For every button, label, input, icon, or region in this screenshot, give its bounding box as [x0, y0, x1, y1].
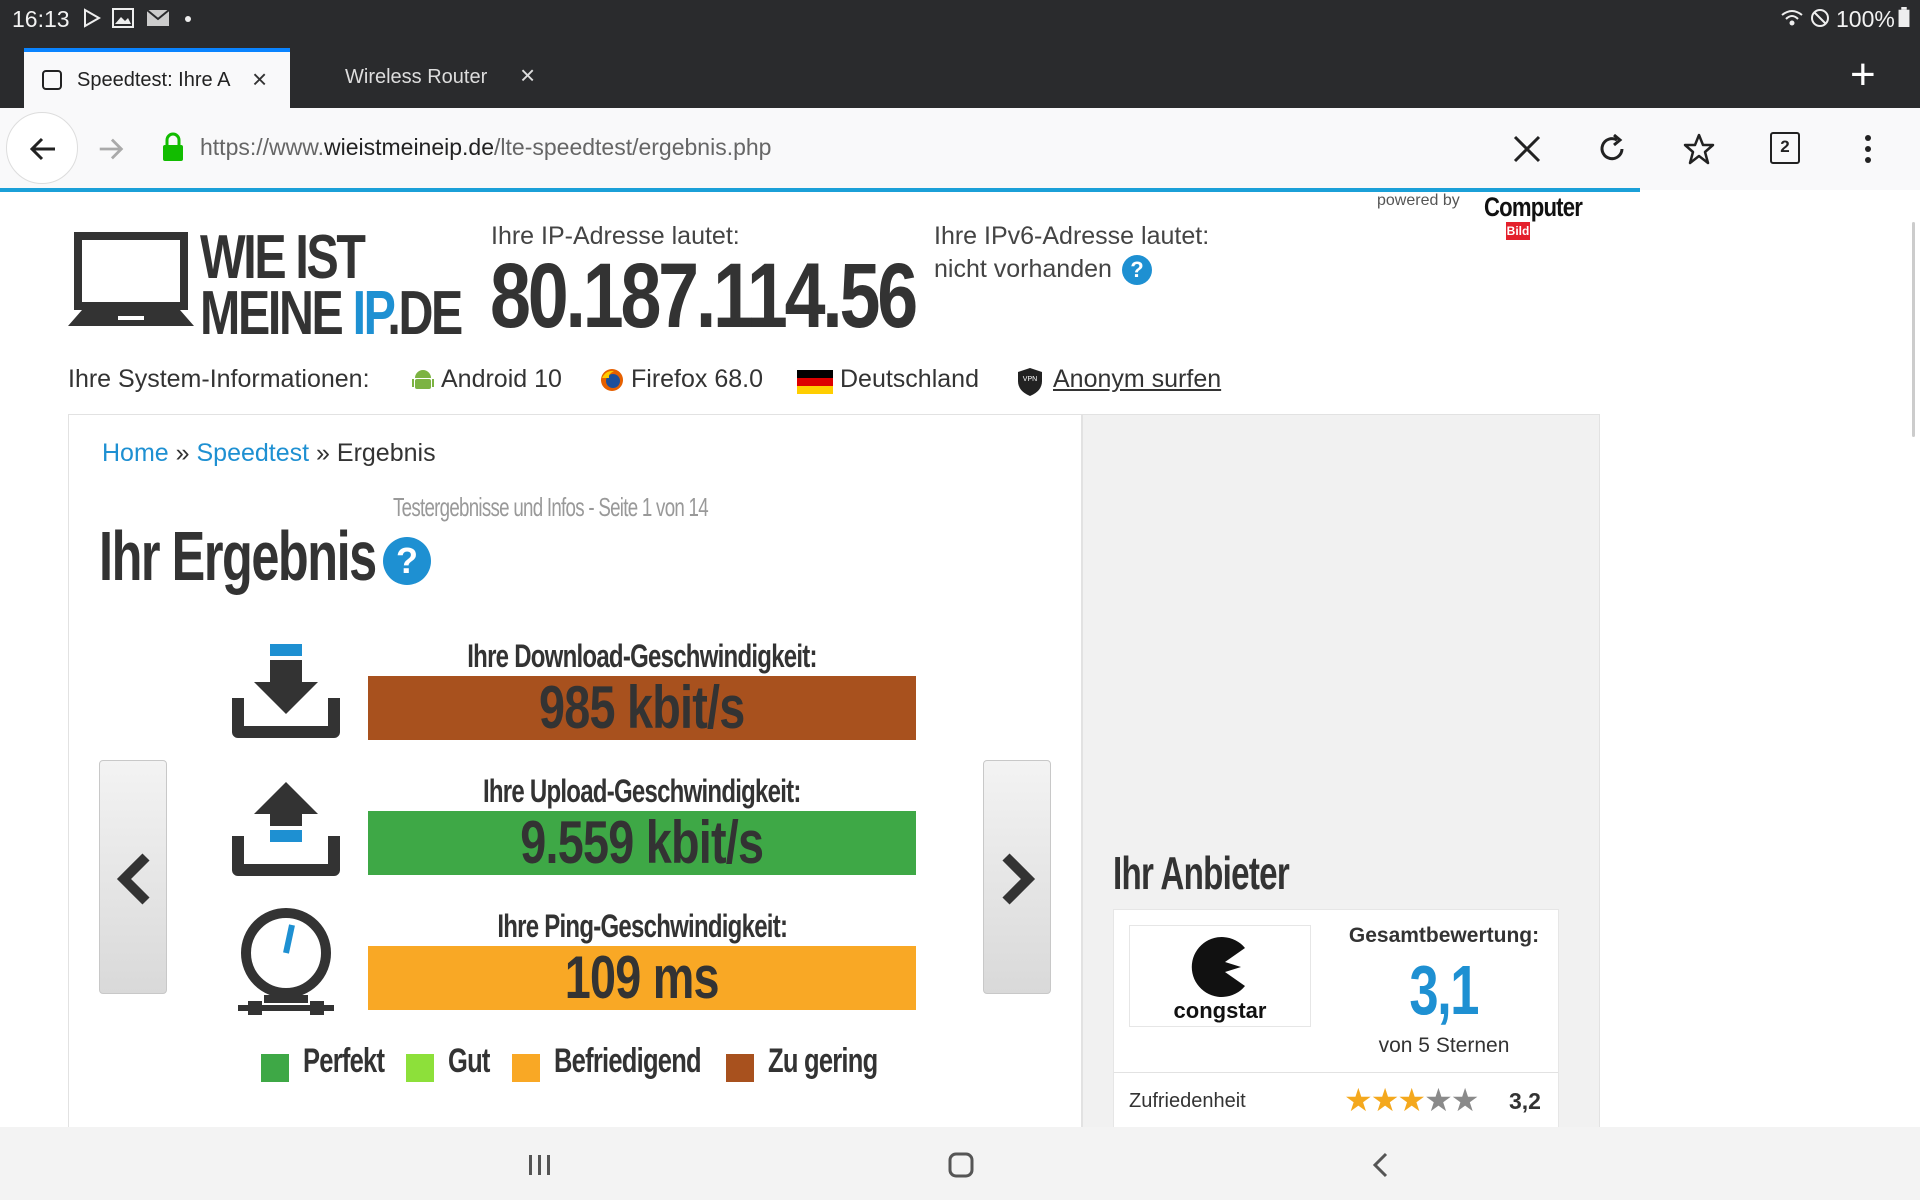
clock: 16:13: [12, 6, 70, 32]
star-empty-icon: ★: [1450, 1082, 1480, 1118]
stop-loading-icon[interactable]: [1512, 134, 1542, 164]
sysinfo-os: Android 10: [441, 365, 562, 393]
breadcrumb: Home » Speedtest » Ergebnis: [102, 439, 436, 467]
svg-text:VPN: VPN: [1023, 376, 1037, 383]
tab-close-icon[interactable]: ×: [520, 60, 535, 91]
download-icon: [232, 644, 340, 738]
url-text[interactable]: https://www.wieistmeineip.de/lte-speedte…: [200, 134, 771, 161]
star-filled-icon: ★: [1344, 1082, 1373, 1118]
divider: [1114, 1072, 1558, 1073]
ipv6-help-icon[interactable]: ?: [1122, 255, 1152, 285]
tab-counter-button[interactable]: 2: [1770, 132, 1800, 164]
legend-swatch-befriedigend: [512, 1054, 540, 1082]
gallery-icon: [112, 8, 134, 28]
breadcrumb-speedtest[interactable]: Speedtest: [197, 439, 310, 467]
notification-dot: [185, 16, 191, 22]
legend-gut: Gut: [448, 1042, 490, 1080]
android-icon: [412, 370, 434, 389]
ip-address: 80.187.114.56: [490, 245, 918, 347]
powered-by: powered by: [1377, 192, 1460, 209]
battery-level: 100%: [1836, 6, 1895, 32]
breadcrumb-current: Ergebnis: [336, 439, 436, 467]
upload-label: Ihre Upload-Geschwindigkeit:: [483, 773, 801, 809]
tab-title: Wireless Router: [345, 66, 488, 88]
tab-speedtest[interactable]: Speedtest: Ihre A ×: [24, 48, 290, 108]
play-store-icon: [84, 8, 102, 28]
scrollbar[interactable]: [1912, 222, 1915, 437]
home-icon[interactable]: [948, 1152, 974, 1178]
next-page-button[interactable]: [983, 760, 1051, 994]
rating-stars: ★★★★★: [1344, 1081, 1480, 1119]
ping-label: Ihre Ping-Geschwindigkeit:: [497, 908, 788, 944]
provider-heading: Ihr Anbieter: [1113, 847, 1290, 899]
sysinfo-browser: Firefox 68.0: [631, 365, 764, 393]
url-bar: https://www.wieistmeineip.de/lte-speedte…: [0, 108, 1920, 190]
legend-swatch-zu-gering: [726, 1054, 754, 1082]
upload-bar: 9.559 kbit/s: [368, 811, 916, 875]
tab-title: Speedtest: Ihre A: [77, 69, 231, 91]
reload-icon[interactable]: [1597, 134, 1627, 164]
wifi-icon: [1781, 10, 1803, 26]
vpn-shield-icon: VPN: [1018, 368, 1042, 396]
laptop-logo-icon: [68, 232, 194, 326]
star-filled-icon: ★: [1370, 1082, 1400, 1118]
result-title: Ihr Ergebnis: [99, 517, 377, 595]
provider-card: congstar Gesamtbewertung: 3,1 von 5 Ster…: [1113, 909, 1559, 1127]
ipv6-value: nicht vorhanden: [934, 255, 1112, 283]
system-nav-bar: [0, 1127, 1920, 1200]
chevron-right-icon: [1002, 853, 1036, 905]
web-page: WIE IST MEINE IP.DE Ihre IP-Adresse laut…: [0, 192, 1920, 1127]
tab-bar: Speedtest: Ihre A × Wireless Router × +: [0, 38, 1920, 108]
pager-hint: Testergebnisse und Infos - Seite 1 von 1…: [393, 492, 709, 522]
arrow-left-icon: [29, 137, 55, 161]
breadcrumb-home[interactable]: Home: [102, 439, 169, 467]
legend-swatch-perfekt: [261, 1054, 289, 1082]
star-filled-icon: ★: [1397, 1082, 1426, 1118]
tab-favicon-icon: [42, 70, 62, 90]
recent-apps-icon[interactable]: [527, 1154, 551, 1176]
rating-row-value: 3,2: [1509, 1088, 1541, 1114]
provider-logo[interactable]: congstar: [1129, 925, 1311, 1027]
congstar-logo-icon: [1191, 937, 1245, 997]
prev-page-button[interactable]: [99, 760, 167, 994]
germany-flag-icon: [797, 370, 833, 394]
download-label: Ihre Download-Geschwindigkeit:: [467, 638, 817, 674]
sysinfo-label: Ihre System-Informationen:: [68, 365, 370, 393]
legend-befriedigend: Befriedigend: [554, 1042, 702, 1080]
overall-label: Gesamtbewertung:: [1348, 924, 1540, 947]
download-bar: 985 kbit/s: [368, 676, 916, 740]
firefox-icon: [601, 369, 623, 391]
lock-icon[interactable]: [162, 132, 184, 162]
tab-close-icon[interactable]: ×: [252, 64, 267, 95]
anonym-surfen-link[interactable]: Anonym surfen: [1053, 365, 1221, 394]
bookmark-star-icon[interactable]: [1682, 132, 1716, 166]
computer-bild-logo[interactable]: Computer: [1484, 192, 1583, 223]
back-nav-icon[interactable]: [1372, 1152, 1388, 1178]
ping-bar: 109 ms: [368, 946, 916, 1010]
ipv6-label: Ihre IPv6-Adresse lautet:: [934, 222, 1210, 250]
provider-name: congstar: [1173, 998, 1267, 1023]
back-button[interactable]: [6, 112, 78, 184]
ping-gauge-icon: [238, 908, 334, 1015]
site-logo[interactable]: WIE IST MEINE IP.DE: [200, 227, 463, 345]
result-help-icon[interactable]: ?: [383, 537, 431, 585]
rating-row-label: Zufriedenheit: [1129, 1090, 1246, 1112]
overall-sub: von 5 Sternen: [1378, 1034, 1510, 1057]
battery-icon: [1898, 7, 1910, 27]
upload-icon: [232, 782, 340, 876]
chevron-left-icon: [116, 853, 150, 905]
overall-value: 3,1: [1409, 951, 1480, 1029]
forward-button[interactable]: [96, 134, 126, 164]
menu-icon[interactable]: [1862, 134, 1874, 164]
status-bar: 16:13 100%: [0, 0, 1920, 38]
legend-swatch-gut: [406, 1054, 434, 1082]
legend-perfekt: Perfekt: [303, 1042, 385, 1080]
star-empty-icon: ★: [1424, 1082, 1453, 1118]
do-not-disturb-icon: [1811, 9, 1829, 27]
sysinfo-country: Deutschland: [840, 365, 979, 393]
legend-zu-gering: Zu gering: [768, 1042, 878, 1080]
mail-icon: [146, 9, 170, 26]
bild-badge: Bild: [1506, 222, 1530, 240]
new-tab-icon[interactable]: +: [1850, 50, 1876, 100]
